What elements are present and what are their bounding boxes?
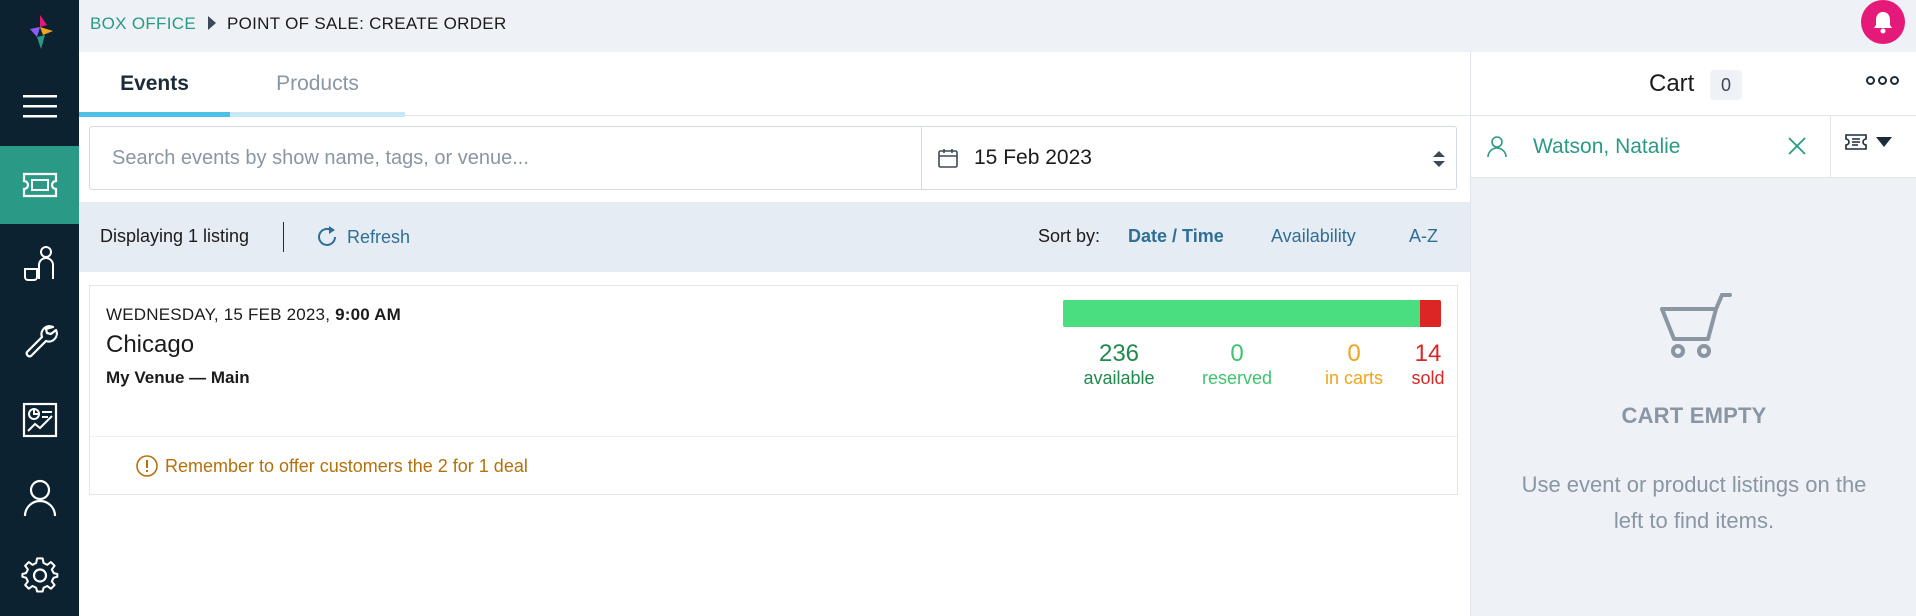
report-icon [22, 402, 57, 438]
customer-icon [1487, 136, 1507, 158]
sidebar-item-reports[interactable] [0, 381, 79, 459]
breadcrumb-bar: BOX OFFICE POINT OF SALE: CREATE ORDER [79, 0, 1916, 52]
sort-a-z[interactable]: A-Z [1409, 226, 1438, 247]
selected-date: 15 Feb 2023 [974, 146, 1092, 169]
event-venue: My Venue — Main [106, 368, 250, 387]
date-stepper-icon[interactable] [1432, 149, 1446, 169]
listing-tabs: Events Products [79, 52, 1470, 117]
customer-row: Watson, Natalie [1471, 116, 1916, 178]
warning-icon [136, 455, 158, 477]
close-icon[interactable] [1787, 136, 1807, 156]
toolbar-divider [283, 222, 284, 252]
cart-empty-title: CART EMPTY [1621, 403, 1767, 428]
wrench-icon [25, 325, 58, 358]
stat-in-carts-label: in carts [1324, 368, 1384, 388]
stat-reserved-label: reserved [1201, 368, 1273, 388]
stat-sold-label: sold [1411, 368, 1445, 388]
stat-available-value: 236 [1098, 340, 1140, 367]
more-dot-icon [1866, 76, 1875, 85]
calendar-icon [938, 149, 958, 168]
refresh-label: Refresh [347, 226, 411, 247]
cart-more-button[interactable] [1866, 76, 1899, 85]
event-divider [90, 436, 1457, 437]
main-content: Events Products 15 Feb 2023 Displaying 1… [79, 52, 1470, 616]
stat-reserved-value: 0 [1230, 340, 1244, 367]
customer-service-icon [23, 246, 54, 281]
listing-count: Displaying 1 listing [100, 226, 250, 246]
logo-icon [29, 15, 53, 49]
ticket-icon [22, 172, 57, 198]
listing-toolbar: Displaying 1 listing Refresh Sort by: Da… [79, 202, 1470, 272]
cart-header: Cart 0 [1471, 52, 1916, 116]
event-date-text: WEDNESDAY, 15 FEB 2023, [106, 305, 331, 324]
chevron-down-icon [1876, 137, 1892, 147]
capacity-available-segment [1063, 300, 1420, 327]
page-title: POINT OF SALE: CREATE ORDER [227, 14, 507, 33]
sort-date-time[interactable]: Date / Time [1128, 226, 1224, 247]
tab-products[interactable]: Products [230, 52, 405, 117]
cart-panel: Cart 0 Watson, Natalie CART EMPTY Use ev… [1470, 52, 1916, 616]
more-dot-icon [1878, 76, 1887, 85]
more-dot-icon [1890, 76, 1899, 85]
event-time: 9:00 AM [335, 305, 402, 324]
stat-reserved: 0 reserved [1181, 340, 1293, 388]
stat-sold: 14 sold [1406, 340, 1450, 388]
cart-count-badge: 0 [1710, 70, 1742, 100]
stat-available: 236 available [1063, 340, 1175, 388]
refresh-icon [318, 226, 336, 246]
stat-sold-value: 14 [1414, 340, 1442, 367]
event-note-text: Remember to offer customers the 2 for 1 … [165, 455, 528, 476]
sidebar-item-tools[interactable] [0, 302, 79, 380]
sort-label: Sort by: [1038, 226, 1101, 246]
cart-empty-message: Use event or product listings on the lef… [1521, 472, 1867, 533]
event-title[interactable]: Chicago [106, 331, 194, 359]
capacity-bar [1063, 300, 1441, 327]
capacity-sold-segment [1419, 300, 1441, 327]
date-picker[interactable]: 15 Feb 2023 [921, 127, 1456, 189]
sidebar-item-settings[interactable] [0, 537, 79, 615]
event-date: WEDNESDAY, 15 FEB 2023, 9:00 AM [106, 305, 401, 325]
customer-name[interactable]: Watson, Natalie [1533, 135, 1680, 159]
sidebar-item-box-office[interactable] [0, 146, 79, 224]
cart-icon [1660, 293, 1732, 358]
breadcrumb-root-link[interactable]: BOX OFFICE [90, 14, 196, 34]
sidebar-nav [0, 0, 79, 616]
sort-availability[interactable]: Availability [1271, 226, 1356, 247]
menu-icon [22, 95, 57, 118]
search-row: 15 Feb 2023 [89, 126, 1457, 190]
stat-in-carts-value: 0 [1347, 340, 1361, 367]
menu-button[interactable] [0, 67, 79, 145]
cart-title: Cart [1649, 70, 1695, 97]
event-note: Remember to offer customers the 2 for 1 … [135, 454, 528, 478]
customer-divider [1830, 116, 1831, 178]
stat-in-carts: 0 in carts [1298, 340, 1410, 388]
notification-button[interactable] [1861, 0, 1905, 44]
bell-icon [1874, 12, 1892, 34]
search-input[interactable] [90, 127, 920, 189]
event-listing[interactable]: WEDNESDAY, 15 FEB 2023, 9:00 AM Chicago … [89, 285, 1458, 495]
gear-icon [20, 557, 58, 593]
sidebar-item-account[interactable] [0, 459, 79, 537]
breadcrumb-separator-icon [208, 16, 216, 30]
ticket-delivery-dropdown[interactable] [1845, 134, 1893, 150]
app-logo[interactable] [0, 0, 79, 64]
user-icon [23, 479, 56, 517]
refresh-button[interactable]: Refresh [315, 224, 410, 250]
ticket-icon [1845, 134, 1867, 150]
sidebar-item-customer-service[interactable] [0, 224, 79, 302]
stat-available-label: available [1083, 368, 1155, 388]
tab-events[interactable]: Events [79, 52, 230, 117]
